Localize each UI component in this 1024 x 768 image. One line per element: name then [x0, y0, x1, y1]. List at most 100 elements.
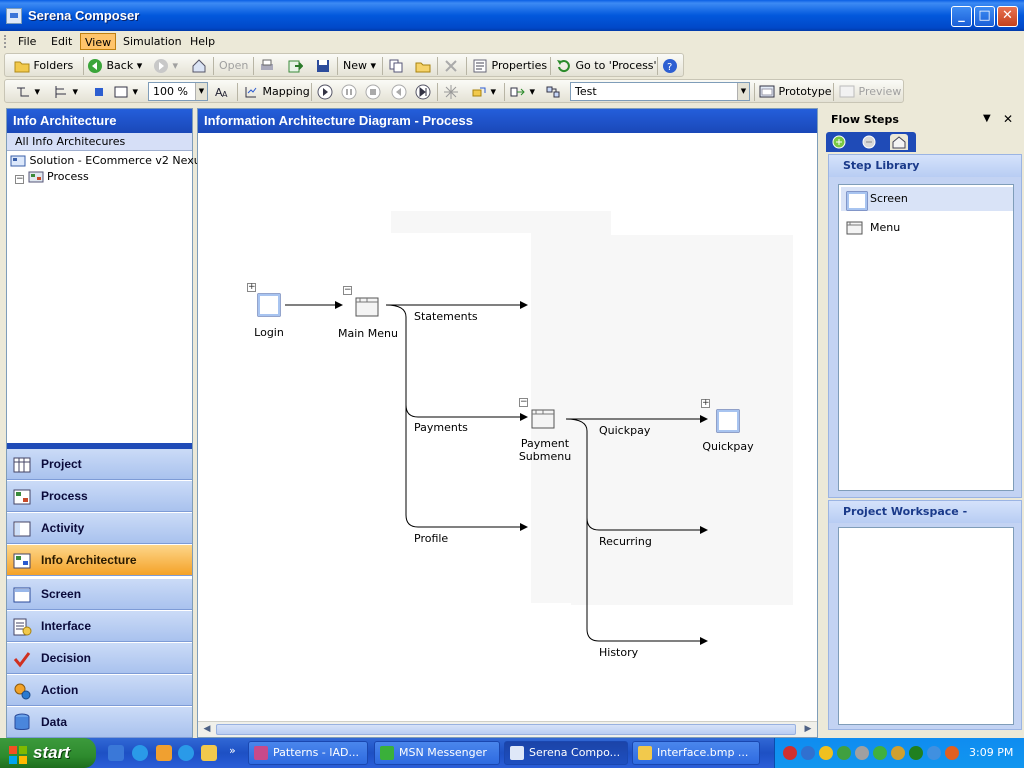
diagram-canvas[interactable]: + Login − Main Menu Statements Payments … [198, 133, 817, 723]
edge-label-history[interactable]: History [599, 646, 638, 659]
pause-button[interactable] [341, 83, 357, 101]
properties-button[interactable]: Properties [472, 57, 547, 75]
tree-item-process[interactable]: − Process [15, 169, 89, 185]
menu-node-icon[interactable] [355, 295, 379, 319]
chevron-down-icon[interactable]: ▼ [737, 83, 749, 100]
text-format-button[interactable]: AA [214, 83, 230, 101]
app-icon[interactable] [6, 8, 22, 24]
goto-process-button[interactable]: Go to 'Process' [556, 57, 657, 75]
preview-button[interactable]: Preview [839, 83, 901, 101]
edge-label-quickpay[interactable]: Quickpay [599, 424, 650, 437]
step-screen[interactable]: Screen [841, 187, 1013, 211]
copy-button[interactable] [388, 57, 404, 75]
menu-help[interactable]: Help [186, 33, 219, 50]
shield-icon[interactable] [945, 746, 959, 760]
task-msn-messenger[interactable]: MSN Messenger [374, 741, 500, 765]
tray-icon[interactable] [855, 746, 869, 760]
expand-icon[interactable]: + [701, 399, 710, 408]
tray-icon[interactable] [891, 746, 905, 760]
scroll-left-icon[interactable]: ◀ [199, 723, 215, 736]
node-quickpay[interactable]: Quickpay [697, 440, 759, 453]
collapse-icon[interactable]: − [15, 175, 24, 184]
tray-icon[interactable] [783, 746, 797, 760]
menu-simulation[interactable]: Simulation [119, 33, 186, 50]
start-button[interactable]: start [0, 738, 96, 768]
task-patterns[interactable]: Patterns - IAD... [248, 741, 368, 765]
simulate-button[interactable] [443, 83, 459, 101]
screen-node-icon[interactable] [716, 409, 740, 433]
browser-icon[interactable] [178, 745, 194, 761]
print-button[interactable] [259, 57, 275, 75]
step-back-button[interactable] [391, 83, 407, 101]
menu-node-icon[interactable] [531, 407, 555, 431]
tray-icon[interactable] [909, 746, 923, 760]
scroll-thumb[interactable] [216, 724, 796, 735]
step-forward-button[interactable] [415, 83, 431, 101]
layout-button[interactable]: ▾ [15, 83, 40, 101]
help-button[interactable]: ? [662, 57, 678, 75]
tray-icon[interactable] [837, 746, 851, 760]
folder-icon[interactable] [201, 745, 217, 761]
step-menu[interactable]: Menu [841, 216, 1013, 240]
maximize-button[interactable]: □ [974, 6, 995, 27]
nav-screen[interactable]: Screen [7, 579, 192, 610]
mapping-button[interactable]: Mapping [243, 83, 310, 101]
quick-launch-icon[interactable] [108, 745, 124, 761]
node-login[interactable]: Login [245, 326, 293, 339]
align-button[interactable]: ▾ [53, 83, 78, 101]
paste-button[interactable] [415, 57, 431, 75]
node-payment-submenu[interactable]: Payment Submenu [508, 437, 582, 463]
edge-label-payments[interactable]: Payments [414, 421, 468, 434]
chevron-down-icon[interactable]: ▼ [195, 83, 207, 100]
tab-navigate[interactable] [860, 134, 878, 150]
zoom-select[interactable]: 100 % ▼ [148, 82, 208, 101]
task-serena-composer[interactable]: Serena Compo... [504, 741, 628, 765]
edge-label-statements[interactable]: Statements [414, 310, 478, 323]
edge-label-profile[interactable]: Profile [414, 532, 448, 545]
tab-home[interactable] [890, 134, 908, 150]
flow-button[interactable]: ▾ [510, 83, 535, 101]
tree-item-solution[interactable]: Solution - ECommerce v2 Nexus ... [10, 153, 220, 169]
expand-icon[interactable]: + [247, 283, 256, 292]
screen-node-icon[interactable] [257, 293, 281, 317]
horizontal-scrollbar[interactable]: ◀ ▶ [198, 721, 817, 737]
scroll-right-icon[interactable]: ▶ [800, 723, 816, 736]
pointer-button[interactable] [91, 83, 107, 101]
title-bar[interactable]: Serena Composer _ □ ✕ [0, 0, 1024, 31]
collapse-icon[interactable]: − [343, 286, 352, 295]
save-button[interactable] [315, 57, 331, 75]
stop-button[interactable] [365, 83, 381, 101]
nav-activity[interactable]: Activity [7, 513, 192, 544]
nav-process[interactable]: Process [7, 481, 192, 512]
forward-button[interactable]: ▾ [153, 57, 178, 75]
nav-project[interactable]: Project [7, 449, 192, 480]
task-interface-bmp[interactable]: Interface.bmp ... [632, 741, 760, 765]
nav-decision[interactable]: Decision [7, 643, 192, 674]
search-icon[interactable] [927, 746, 941, 760]
link-button[interactable]: ▾ [471, 83, 496, 101]
collapse-icon[interactable]: − [519, 398, 528, 407]
node-main-menu[interactable]: Main Menu [333, 327, 403, 340]
back-button[interactable]: Back ▾ [87, 57, 142, 75]
menu-view[interactable]: View [80, 33, 117, 50]
nav-data[interactable]: Data [7, 707, 192, 738]
connector-button[interactable] [545, 83, 561, 101]
network-icon[interactable] [801, 746, 815, 760]
minimize-button[interactable]: _ [951, 6, 972, 27]
close-icon[interactable]: ✕ [1003, 112, 1013, 126]
nav-action[interactable]: Action [7, 675, 192, 706]
edge-label-recurring[interactable]: Recurring [599, 535, 652, 548]
tab-steps[interactable] [830, 134, 848, 150]
menu-file[interactable]: File [14, 33, 40, 50]
menu-grip-icon[interactable] [4, 35, 7, 48]
tray-icon[interactable] [873, 746, 887, 760]
new-button[interactable]: New ▾ [343, 57, 376, 75]
test-combo[interactable]: Test ▼ [570, 82, 750, 101]
export-button[interactable] [287, 57, 304, 75]
menu-edit[interactable]: Edit [47, 33, 76, 50]
folders-button[interactable]: Folders [14, 57, 73, 75]
home-button[interactable] [191, 57, 207, 75]
chevron-down-icon[interactable]: ▼ [983, 113, 991, 124]
shape-button[interactable]: ▾ [113, 83, 138, 101]
open-button[interactable]: Open [219, 57, 248, 75]
